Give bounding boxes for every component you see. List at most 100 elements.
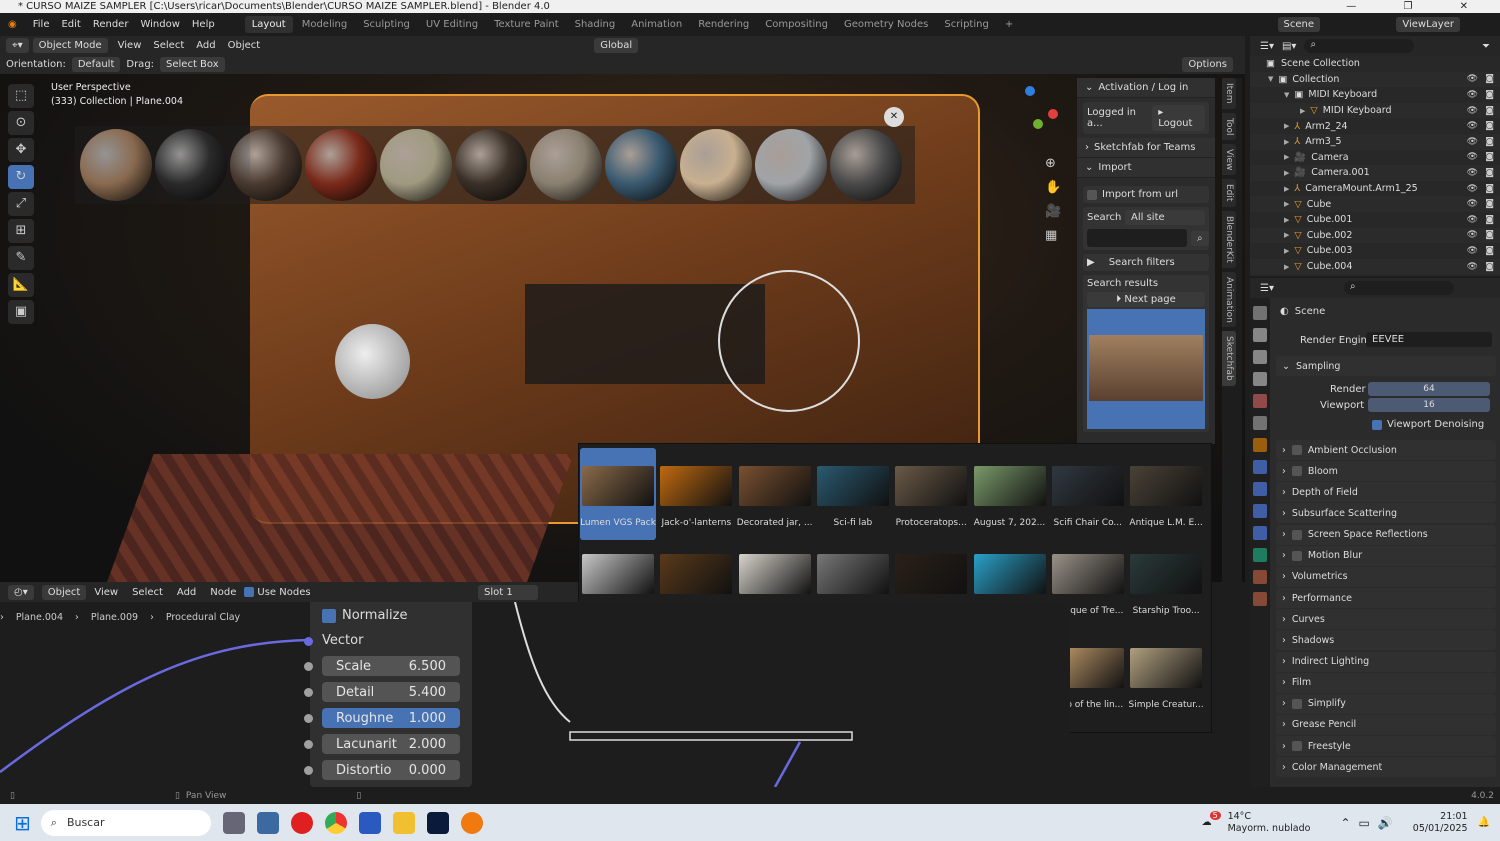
material-sphere[interactable] [305, 129, 377, 201]
properties-tab-icon[interactable] [1253, 306, 1267, 320]
breadcrumb-item[interactable]: Plane.009 [91, 612, 138, 623]
scene-collection-row[interactable]: ▣ Scene Collection [1250, 56, 1500, 72]
expand-arrow-icon[interactable]: ▶ [1284, 263, 1289, 271]
workspace-tab[interactable]: Animation [624, 16, 689, 33]
display-mode-button[interactable]: ▤▾ [1282, 41, 1296, 52]
section-header[interactable]: › Screen Space Reflections [1276, 524, 1496, 545]
visibility-eye-icon[interactable]: 👁 [1467, 184, 1478, 194]
logout-button[interactable]: ▸ Logout [1152, 105, 1205, 131]
outliner-search-input[interactable]: ⌕ [1304, 39, 1415, 53]
properties-tab-icon[interactable] [1253, 350, 1267, 364]
sidebar-tab[interactable]: Item [1222, 78, 1236, 109]
outliner-row[interactable]: ▼ ▣ MIDI Keyboard 👁 ◙ [1250, 87, 1500, 103]
result-card[interactable]: Protoceratops... [893, 448, 969, 540]
section-header[interactable]: › Grease Pencil [1276, 714, 1496, 735]
workspace-tab[interactable]: Sculpting [356, 16, 417, 33]
section-header[interactable]: › Shadows [1276, 630, 1496, 651]
section-header[interactable]: › Bloom [1276, 461, 1496, 482]
file-explorer-icon[interactable] [392, 811, 415, 834]
menu-help[interactable]: Help [186, 16, 221, 33]
section-header[interactable]: › Subsurface Scattering [1276, 503, 1496, 524]
visibility-eye-icon[interactable]: 👁 [1467, 106, 1478, 116]
expand-arrow-icon[interactable]: ▶ [1284, 169, 1289, 177]
workspace-tab[interactable]: Modeling [295, 16, 355, 33]
outliner-row[interactable]: ▶ ▽ Cube.002 👁 ◙ [1250, 227, 1500, 244]
move-tool-icon[interactable]: ✥ [8, 138, 34, 162]
input-socket[interactable] [304, 662, 313, 671]
viewport-nav-icons[interactable]: ⊕ ✋ 🎥 ▦ [1045, 152, 1061, 248]
result-card[interactable]: Starship Troo... [1128, 542, 1204, 634]
section-header[interactable]: › Curves [1276, 609, 1496, 630]
search-scope-dropdown[interactable]: All site [1125, 210, 1205, 225]
section-header[interactable]: › Freestyle [1276, 736, 1496, 757]
section-checkbox[interactable] [1291, 529, 1302, 540]
filter-icon[interactable]: ⏷ [1482, 41, 1490, 52]
editor-type-button[interactable]: ☰▾ [1260, 283, 1274, 294]
node-menu-add[interactable]: Add [177, 587, 196, 598]
chrome-app-icon[interactable] [324, 811, 347, 834]
node-editor-canvas[interactable]: › Plane.004 › Plane.009 › Procedural Cla… [0, 602, 1070, 787]
properties-tab-icon[interactable] [1253, 592, 1267, 606]
weather-icon[interactable]: ☁ 5 [1202, 811, 1222, 828]
outliner-row[interactable]: ▶ ▽ Cube 👁 ◙ [1250, 196, 1500, 212]
clock-date[interactable]: 05/01/2025 [1413, 823, 1468, 834]
opera-app-icon[interactable] [290, 811, 313, 834]
render-camera-icon[interactable]: ◙ [1485, 199, 1494, 209]
expand-arrow-icon[interactable]: ▶ [1284, 216, 1289, 224]
material-sphere[interactable] [380, 129, 452, 201]
material-sphere[interactable] [605, 129, 677, 201]
viewport-menu-object[interactable]: Object [228, 40, 261, 51]
render-camera-icon[interactable]: ◙ [1485, 262, 1494, 272]
expand-arrow-icon[interactable]: ▶ [1284, 153, 1289, 161]
result-card[interactable]: Scifi Chair Co... [1050, 448, 1126, 540]
node-field-scale[interactable]: Scale 6.500 [322, 656, 460, 676]
viewport-menu-view[interactable]: View [118, 40, 142, 51]
notepad-app-icon[interactable] [358, 811, 381, 834]
viewport-menu-select[interactable]: Select [153, 40, 184, 51]
properties-tab-icon[interactable] [1253, 438, 1267, 452]
view-layer-selector[interactable]: ViewLayer [1396, 17, 1460, 32]
outliner-row[interactable]: ▼ ▣ Collection 👁 ◙ [1250, 71, 1500, 88]
sidebar-tab[interactable]: Sketchfab [1222, 331, 1236, 387]
breadcrumb-item[interactable]: Procedural Clay [166, 612, 240, 623]
calculator-app-icon[interactable] [256, 811, 279, 834]
outliner-row[interactable]: ▶ 🎥 Camera 👁 ◙ [1250, 150, 1500, 166]
sidebar-tab[interactable]: Tool [1222, 112, 1236, 140]
result-card[interactable]: Simple Creatur... [1128, 636, 1204, 728]
workspace-tab[interactable]: Compositing [758, 16, 835, 33]
breadcrumb-item[interactable]: Plane.004 [16, 612, 63, 623]
search-icon[interactable]: ⌕ [1191, 230, 1209, 246]
node-object-dropdown[interactable]: Object [41, 584, 87, 600]
material-sphere[interactable] [230, 129, 302, 201]
section-checkbox[interactable] [1291, 550, 1302, 561]
orientation-dropdown[interactable]: Default [71, 56, 121, 72]
viewport-samples-field[interactable]: 16 [1368, 398, 1490, 412]
material-sphere[interactable] [155, 129, 227, 201]
node-menu-view[interactable]: View [94, 587, 118, 598]
editor-type-button[interactable]: ☰▾ [1260, 41, 1274, 52]
tray-icons[interactable]: ⌃▭🔊 [1340, 816, 1400, 830]
workspace-tab[interactable]: Geometry Nodes [837, 16, 935, 33]
expand-arrow-icon[interactable]: ▶ [1284, 185, 1289, 193]
scale-tool-icon[interactable]: ⤢ [8, 192, 34, 216]
input-socket[interactable] [304, 714, 313, 723]
properties-tab-icon[interactable] [1253, 394, 1267, 408]
sidebar-tab[interactable]: Animation [1222, 271, 1236, 328]
visibility-eye-icon[interactable]: 👁 [1467, 199, 1478, 209]
settings-app-icon[interactable] [222, 811, 245, 834]
result-card[interactable]: Decorated jar, ... [737, 448, 813, 540]
render-camera-icon[interactable]: ◙ [1485, 215, 1494, 225]
render-camera-icon[interactable]: ◙ [1485, 74, 1494, 84]
properties-tab-icon[interactable] [1253, 328, 1267, 342]
workspace-tab[interactable]: UV Editing [419, 16, 485, 33]
visibility-eye-icon[interactable]: 👁 [1467, 90, 1478, 100]
section-checkbox[interactable] [1291, 698, 1302, 709]
visibility-eye-icon[interactable]: 👁 [1467, 215, 1478, 225]
editor-type-button[interactable]: ◴▾ [8, 584, 34, 600]
result-card[interactable]: Antique L.M. E... [1128, 448, 1204, 540]
options-button[interactable]: Options [1182, 56, 1233, 72]
properties-search-input[interactable]: ⌕ [1343, 281, 1454, 295]
select-box-tool-icon[interactable]: ⬚ [8, 84, 34, 108]
outliner-row[interactable]: ▶ ▽ MIDI Keyboard 👁 ◙ [1250, 102, 1500, 119]
navigation-gizmo[interactable] [1000, 84, 1060, 144]
